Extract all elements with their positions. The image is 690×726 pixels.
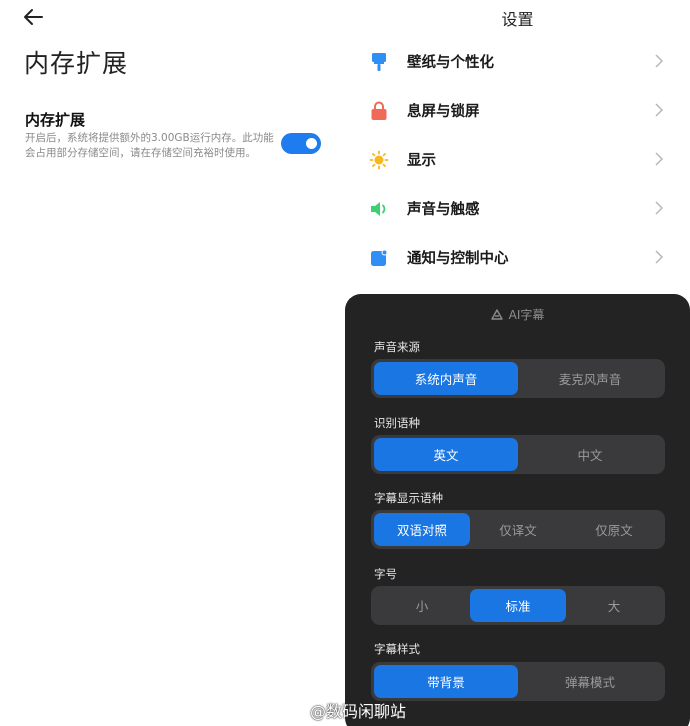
lock-icon — [368, 100, 390, 122]
option-english[interactable]: 英文 — [374, 438, 518, 471]
notification-icon — [368, 247, 390, 269]
option-original-only[interactable]: 仅原文 — [566, 513, 662, 546]
option-chinese[interactable]: 中文 — [518, 438, 662, 471]
toggle-knob — [306, 138, 317, 149]
settings-menu: 壁纸与个性化 息屏与锁屏 显示 声音与触感 通知与控制中心 — [362, 37, 672, 282]
menu-item-lockscreen[interactable]: 息屏与锁屏 — [362, 86, 672, 135]
panel-title: AI字幕 — [508, 308, 545, 322]
panel-header: AI字幕 — [345, 306, 690, 323]
segmented-recognition-language: 英文 中文 — [371, 435, 665, 474]
memory-extension-toggle[interactable] — [281, 133, 321, 154]
chevron-right-icon — [655, 152, 664, 166]
menu-item-label: 息屏与锁屏 — [407, 104, 480, 120]
sun-icon — [368, 149, 390, 171]
menu-item-label: 声音与触感 — [407, 202, 480, 218]
segmented-display-language: 双语对照 仅译文 仅原文 — [371, 510, 665, 549]
page-title: 内存扩展 — [24, 49, 129, 78]
option-microphone-audio[interactable]: 麦克风声音 — [518, 362, 662, 395]
menu-item-notification[interactable]: 通知与控制中心 — [362, 233, 672, 282]
speaker-icon — [368, 198, 390, 220]
ai-caption-panel: AI字幕 声音来源 系统内声音 麦克风声音 识别语种 英文 中文 字幕显示语种 … — [345, 294, 690, 726]
option-bilingual[interactable]: 双语对照 — [374, 513, 470, 546]
watermark-text: @数码闲聊站 — [310, 702, 407, 721]
option-translation-only[interactable]: 仅译文 — [470, 513, 566, 546]
menu-item-label: 壁纸与个性化 — [407, 55, 494, 71]
group-label-font-size: 字号 — [374, 567, 397, 581]
wallpaper-icon — [368, 51, 390, 73]
segmented-caption-style: 带背景 弹幕模式 — [371, 662, 665, 701]
memory-extension-description: 开启后，系统将提供额外的3.00GB运行内存。此功能会占用部分存储空间，请在存储… — [25, 132, 274, 159]
option-size-large[interactable]: 大 — [566, 589, 662, 622]
segmented-audio-source: 系统内声音 麦克风声音 — [371, 359, 665, 398]
option-size-standard[interactable]: 标准 — [470, 589, 566, 622]
chevron-right-icon — [655, 54, 664, 68]
weibo-logo-icon — [283, 702, 304, 719]
option-with-background[interactable]: 带背景 — [374, 665, 518, 698]
back-arrow-icon[interactable] — [22, 6, 46, 28]
menu-item-display[interactable]: 显示 — [362, 135, 672, 184]
chevron-right-icon — [655, 103, 664, 117]
ai-caption-icon — [490, 309, 503, 320]
group-label-recognition-language: 识别语种 — [374, 416, 420, 430]
menu-item-label: 显示 — [407, 153, 436, 169]
option-danmaku-mode[interactable]: 弹幕模式 — [518, 665, 662, 698]
chevron-right-icon — [655, 201, 664, 215]
memory-extension-label: 内存扩展 — [25, 111, 86, 129]
group-label-caption-style: 字幕样式 — [374, 642, 420, 656]
menu-item-sound[interactable]: 声音与触感 — [362, 184, 672, 233]
option-system-audio[interactable]: 系统内声音 — [374, 362, 518, 395]
group-label-audio-source: 声音来源 — [374, 340, 420, 354]
watermark: @数码闲聊站 — [283, 698, 406, 722]
settings-title: 设置 — [501, 10, 534, 29]
group-label-display-language: 字幕显示语种 — [374, 491, 443, 505]
segmented-font-size: 小 标准 大 — [371, 586, 665, 625]
chevron-right-icon — [655, 250, 664, 264]
menu-item-wallpaper[interactable]: 壁纸与个性化 — [362, 37, 672, 86]
option-size-small[interactable]: 小 — [374, 589, 470, 622]
menu-item-label: 通知与控制中心 — [407, 251, 509, 267]
